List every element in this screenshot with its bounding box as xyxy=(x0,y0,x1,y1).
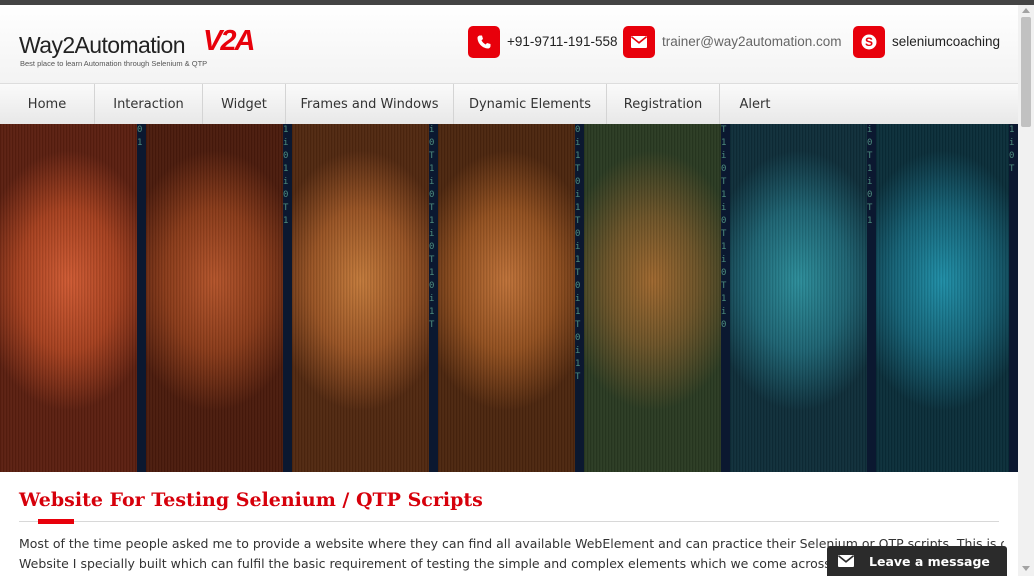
nav-item-home[interactable]: Home xyxy=(0,84,95,124)
banner-gap: 1i0T xyxy=(1009,124,1018,472)
contact-phone: +91-9711-191-558 xyxy=(468,25,617,58)
banner-panel xyxy=(292,124,429,472)
contact-email: trainer@way2automation.com xyxy=(623,25,842,58)
banner-panel xyxy=(730,124,867,472)
leave-message-button[interactable]: Leave a message xyxy=(827,546,1007,576)
logo-tagline: Best place to learn Automation through S… xyxy=(20,59,208,68)
title-accent-bar xyxy=(38,519,74,524)
banner-panel xyxy=(876,124,1009,472)
banner-gap: 01 xyxy=(137,124,146,472)
banner-gap: 1i01i0T1 xyxy=(283,124,292,472)
phone-number: +91-9711-191-558 xyxy=(507,34,618,49)
banner-gap: T1i0T1i0T1i0T1i0 xyxy=(721,124,730,472)
banner-panel xyxy=(0,124,137,472)
banner-gap: i0T1i0T1 xyxy=(867,124,876,472)
logo-text: Way2Automation xyxy=(19,32,185,58)
site-header: Way2Automation V2A Best place to learn A… xyxy=(0,5,1018,83)
title-divider xyxy=(19,521,999,522)
email-address[interactable]: trainer@way2automation.com xyxy=(662,34,842,49)
skype-icon: S xyxy=(853,25,885,58)
email-icon xyxy=(623,25,655,58)
scroll-up-arrow-icon[interactable] xyxy=(1022,8,1030,13)
page-title: Website For Testing Selenium / QTP Scrip… xyxy=(19,489,483,511)
banner-panel xyxy=(438,124,575,472)
skype-id: seleniumcoaching xyxy=(892,34,1001,49)
svg-text:S: S xyxy=(865,35,873,49)
banner-gap: 0i1T0i1T0i1T0i1T0i1T xyxy=(575,124,584,472)
nav-item-widget[interactable]: Widget xyxy=(203,84,286,124)
nav-item-frames-and-windows[interactable]: Frames and Windows xyxy=(286,84,454,124)
site-logo[interactable]: Way2Automation V2A Best place to learn A… xyxy=(19,25,259,75)
main-nav: Home Interaction Widget Frames and Windo… xyxy=(0,83,1018,124)
nav-item-registration[interactable]: Registration xyxy=(607,84,720,124)
leave-message-label: Leave a message xyxy=(869,553,990,569)
banner-gap: i0T1i0T1i0T10i1T xyxy=(429,124,438,472)
nav-item-interaction[interactable]: Interaction xyxy=(95,84,203,124)
nav-item-alert[interactable]: Alert xyxy=(720,84,790,124)
page-scrollbar[interactable] xyxy=(1018,5,1034,576)
envelope-icon xyxy=(831,546,861,576)
hero-banner: 01 1i01i0T1 i0T1i0T1i0T10i1T 0i1T0i1T0i1… xyxy=(0,124,1018,472)
scrollbar-thumb[interactable] xyxy=(1021,17,1031,127)
contact-skype: S seleniumcoaching xyxy=(853,25,1000,58)
nav-item-dynamic-elements[interactable]: Dynamic Elements xyxy=(454,84,607,124)
scroll-down-arrow-icon[interactable] xyxy=(1022,566,1030,571)
banner-panel xyxy=(146,124,283,472)
logo-mark: V2A xyxy=(203,25,255,57)
banner-panel xyxy=(584,124,721,472)
phone-icon xyxy=(468,25,500,58)
